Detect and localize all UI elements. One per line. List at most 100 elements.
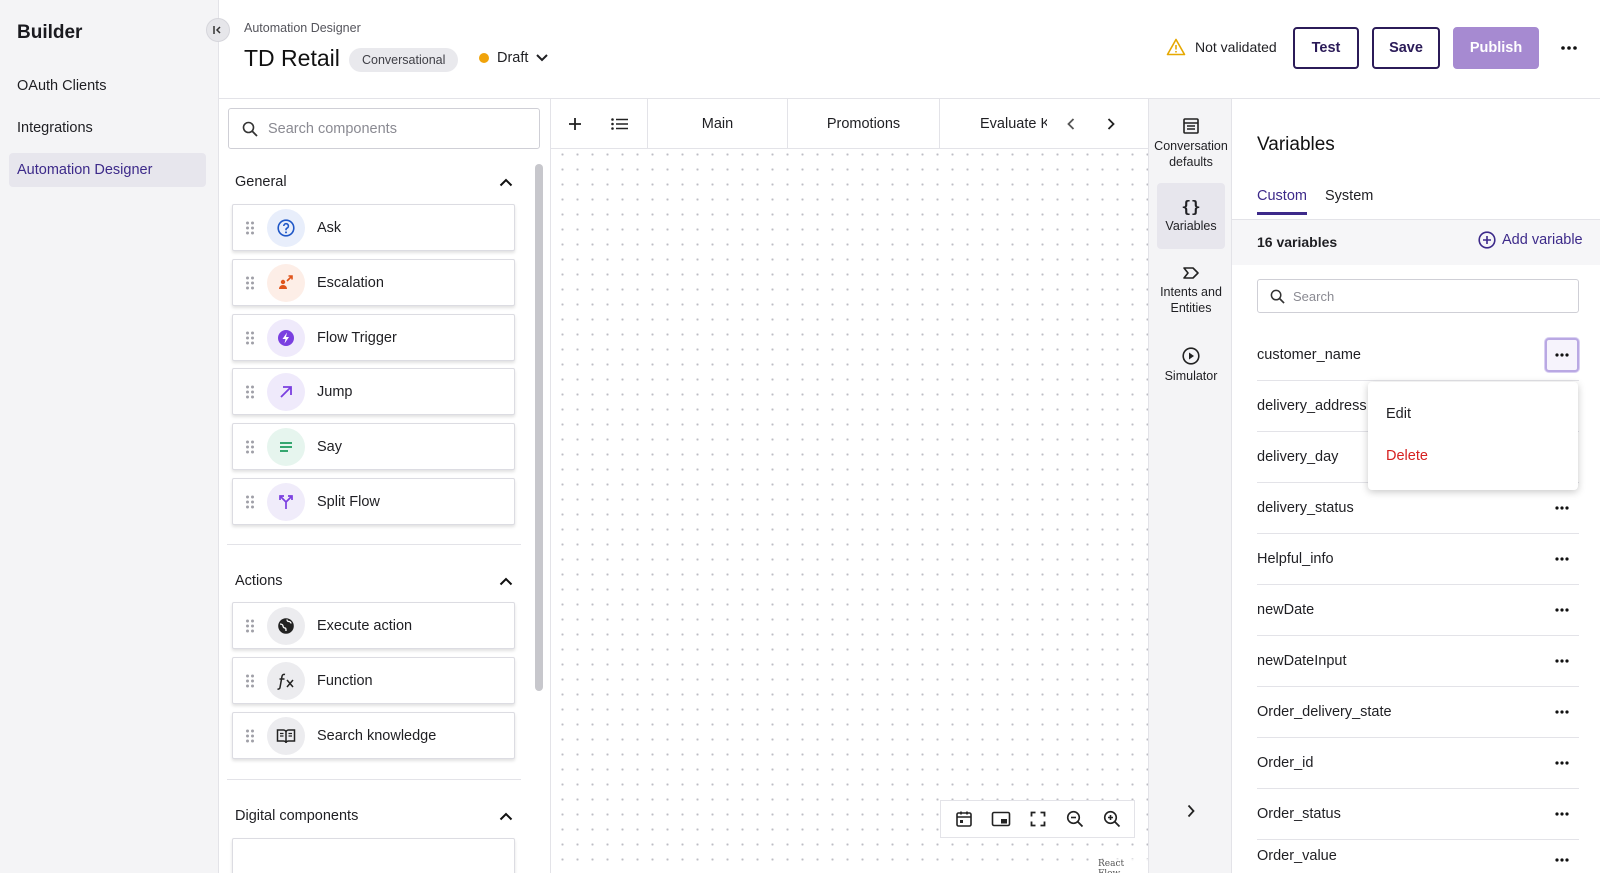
rail-simulator[interactable]: Simulator xyxy=(1157,339,1225,392)
tab-system[interactable]: System xyxy=(1325,188,1373,212)
menu-edit[interactable]: Edit xyxy=(1386,406,1411,422)
variable-row[interactable]: newDate xyxy=(1257,585,1579,636)
component-ask[interactable]: Ask xyxy=(232,204,515,251)
more-options-button[interactable] xyxy=(1555,35,1583,61)
component-execute-action[interactable]: Execute action xyxy=(232,602,515,649)
variable-options-button[interactable] xyxy=(1545,746,1579,780)
drag-handle-icon[interactable] xyxy=(233,494,267,510)
component-search[interactable] xyxy=(228,108,540,149)
drag-handle-icon[interactable] xyxy=(233,673,267,689)
drag-handle-icon[interactable] xyxy=(233,384,267,400)
variable-row[interactable]: Order_value xyxy=(1257,840,1579,873)
add-flow-button[interactable] xyxy=(563,112,587,136)
component-search-knowledge[interactable]: Search knowledge xyxy=(232,712,515,759)
variable-options-button[interactable] xyxy=(1545,338,1579,372)
rail-conversation-defaults[interactable]: Conversation defaults xyxy=(1154,109,1228,178)
play-circle-icon xyxy=(1182,347,1200,365)
drag-handle-icon[interactable] xyxy=(233,439,267,455)
zoom-out-button[interactable] xyxy=(1060,804,1090,834)
variable-options-button[interactable] xyxy=(1545,848,1579,873)
tab-evaluate[interactable]: Evaluate K xyxy=(939,99,1047,149)
react-flow-attribution[interactable]: React Flow xyxy=(1096,859,1148,873)
variable-options-button[interactable] xyxy=(1545,542,1579,576)
more-horizontal-icon xyxy=(1555,710,1569,714)
calendar-button[interactable] xyxy=(949,804,979,834)
variable-options-button[interactable] xyxy=(1545,491,1579,525)
component-split-flow[interactable]: Split Flow xyxy=(232,478,515,525)
escalation-person-icon xyxy=(267,263,305,302)
section-header-general[interactable]: General xyxy=(235,174,513,190)
chevron-right-icon xyxy=(1187,804,1195,818)
component-function[interactable]: Function xyxy=(232,657,515,704)
variable-search[interactable] xyxy=(1257,279,1579,313)
more-horizontal-icon xyxy=(1555,812,1569,816)
nav-item-integrations[interactable]: Integrations xyxy=(9,111,206,145)
variable-row[interactable]: Helpful_info xyxy=(1257,534,1579,585)
drag-handle-icon[interactable] xyxy=(233,728,267,744)
nav-item-oauth-clients[interactable]: OAuth Clients xyxy=(9,69,206,103)
plus-circle-icon xyxy=(1478,231,1496,249)
lightning-bolt-icon xyxy=(267,318,305,357)
status-dropdown[interactable]: Draft xyxy=(479,50,549,66)
breadcrumb[interactable]: Automation Designer xyxy=(244,21,361,35)
zoom-in-button[interactable] xyxy=(1097,804,1127,834)
flow-list-button[interactable] xyxy=(608,112,632,136)
drag-handle-icon[interactable] xyxy=(233,220,267,236)
variable-row[interactable]: customer_name xyxy=(1257,330,1579,381)
section-divider xyxy=(227,544,521,545)
tag-icon xyxy=(1183,267,1199,279)
tabs-next-button[interactable] xyxy=(1099,112,1123,136)
variable-search-input[interactable] xyxy=(1293,288,1563,304)
publish-button[interactable]: Publish xyxy=(1453,27,1539,69)
variable-options-button[interactable] xyxy=(1545,644,1579,678)
flow-canvas[interactable]: Main Promotions Evaluate K React Flow xyxy=(551,99,1148,873)
fit-view-button[interactable] xyxy=(1023,804,1053,834)
collapse-sidebar-button[interactable] xyxy=(206,18,230,42)
drag-handle-icon[interactable] xyxy=(233,275,267,291)
brand-title: Builder xyxy=(17,22,83,43)
save-button[interactable]: Save xyxy=(1372,27,1440,69)
component-label: Flow Trigger xyxy=(317,329,397,346)
more-horizontal-icon xyxy=(1555,761,1569,765)
minimap-toggle-button[interactable] xyxy=(986,804,1016,834)
variable-row[interactable]: Order_id xyxy=(1257,738,1579,789)
component-jump[interactable]: Jump xyxy=(232,368,515,415)
chevron-up-icon xyxy=(499,577,513,585)
section-title: Actions xyxy=(235,573,283,589)
validation-label: Not validated xyxy=(1195,39,1277,55)
type-chip: Conversational xyxy=(349,48,459,72)
test-button[interactable]: Test xyxy=(1293,27,1359,69)
variable-row[interactable]: Order_delivery_state xyxy=(1257,687,1579,738)
tab-promotions[interactable]: Promotions xyxy=(787,99,939,149)
scrollbar-thumb[interactable] xyxy=(535,164,543,691)
expand-rail-button[interactable] xyxy=(1179,799,1203,823)
section-header-digital-components[interactable]: Digital components xyxy=(235,808,513,824)
section-header-actions[interactable]: Actions xyxy=(235,573,513,589)
variable-options-button[interactable] xyxy=(1545,695,1579,729)
add-variable-button[interactable]: Add variable xyxy=(1478,231,1583,249)
rail-intents-entities[interactable]: Intents and Entities xyxy=(1157,257,1225,324)
tab-main[interactable]: Main xyxy=(647,99,787,149)
variable-options-button[interactable] xyxy=(1545,797,1579,831)
text-lines-icon xyxy=(267,427,305,466)
component-card-partial[interactable] xyxy=(232,838,515,873)
component-search-input[interactable] xyxy=(268,120,518,137)
component-flow-trigger[interactable]: Flow Trigger xyxy=(232,314,515,361)
drag-handle-icon[interactable] xyxy=(233,330,267,346)
variable-options-button[interactable] xyxy=(1545,593,1579,627)
variable-row[interactable]: delivery_status xyxy=(1257,483,1579,534)
nav-item-automation-designer[interactable]: Automation Designer xyxy=(9,153,206,187)
variable-row[interactable]: newDateInput xyxy=(1257,636,1579,687)
component-escalation[interactable]: Escalation xyxy=(232,259,515,306)
variable-row[interactable]: Order_status xyxy=(1257,789,1579,840)
draft-status-dot xyxy=(479,53,489,63)
drag-handle-icon[interactable] xyxy=(233,618,267,634)
chevron-up-icon xyxy=(499,812,513,820)
tabs-prev-button[interactable] xyxy=(1059,112,1083,136)
rail-variables[interactable]: {} Variables xyxy=(1157,183,1225,249)
list-icon xyxy=(611,118,628,130)
tab-custom[interactable]: Custom xyxy=(1257,188,1307,215)
menu-delete[interactable]: Delete xyxy=(1386,448,1428,464)
globe-icon xyxy=(267,606,305,645)
component-say[interactable]: Say xyxy=(232,423,515,470)
